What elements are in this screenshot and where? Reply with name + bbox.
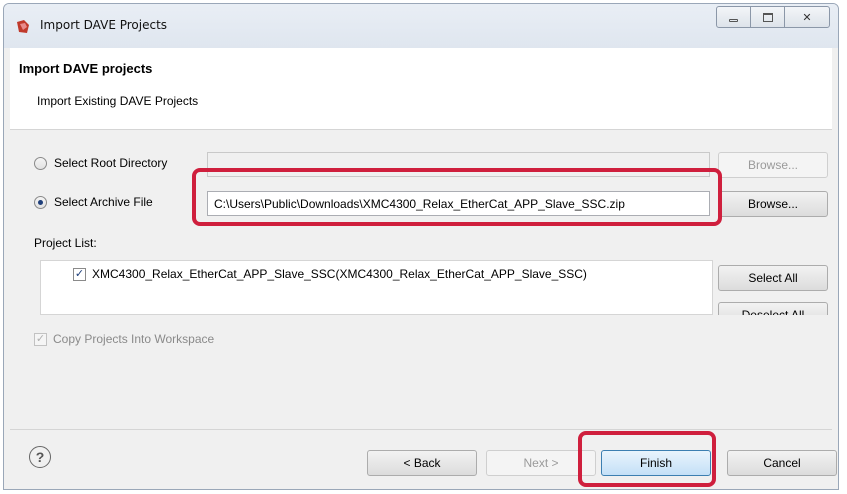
project-checkbox[interactable]: ✓ <box>73 267 86 281</box>
project-list[interactable]: ✓ XMC4300_Relax_EtherCat_APP_Slave_SSC(X… <box>40 260 713 315</box>
window-title: Import DAVE Projects <box>40 18 168 32</box>
copy-into-workspace-option[interactable]: ✓ Copy Projects Into Workspace <box>34 332 214 346</box>
wizard-footer: ? < Back Next > Finish Cancel <box>10 429 837 487</box>
copy-into-workspace-label: Copy Projects Into Workspace <box>53 332 215 346</box>
header-title: Import DAVE projects <box>19 61 153 76</box>
root-directory-field[interactable] <box>207 152 710 177</box>
minimize-button[interactable] <box>717 7 751 27</box>
archive-file-option[interactable]: Select Archive File <box>34 195 153 209</box>
wizard-header: Import DAVE projects Import Existing DAV… <box>10 48 832 130</box>
help-icon[interactable]: ? <box>29 446 51 468</box>
copy-into-workspace-checkbox[interactable]: ✓ <box>34 332 47 346</box>
archive-file-label: Select Archive File <box>54 195 153 209</box>
finish-button[interactable]: Finish <box>601 450 711 476</box>
archive-file-radio[interactable] <box>34 195 47 209</box>
maximize-icon <box>762 12 773 22</box>
deselect-all-button[interactable]: Deselect All <box>718 302 828 315</box>
deselect-all-clip: Deselect All <box>718 302 828 315</box>
root-directory-radio[interactable] <box>34 156 47 170</box>
dave-app-icon <box>17 20 29 33</box>
archive-browse-button[interactable]: Browse... <box>718 191 828 217</box>
back-button[interactable]: < Back <box>367 450 477 476</box>
root-browse-button[interactable]: Browse... <box>718 152 828 178</box>
project-name: XMC4300_Relax_EtherCat_APP_Slave_SSC(XMC… <box>92 267 587 281</box>
archive-file-field[interactable]: C:\Users\Public\Downloads\XMC4300_Relax_… <box>207 191 710 216</box>
minimize-icon <box>729 18 738 22</box>
header-subtitle: Import Existing DAVE Projects <box>37 94 199 108</box>
wizard-body: Select Root Directory Browse... Select A… <box>10 132 832 427</box>
cancel-button[interactable]: Cancel <box>727 450 837 476</box>
close-icon: ✕ <box>802 11 812 24</box>
select-all-button[interactable]: Select All <box>718 265 828 291</box>
project-list-label: Project List: <box>34 236 97 250</box>
list-item[interactable]: ✓ XMC4300_Relax_EtherCat_APP_Slave_SSC(X… <box>73 267 587 281</box>
maximize-button[interactable] <box>751 7 785 27</box>
next-button[interactable]: Next > <box>486 450 596 476</box>
title-bar: Import DAVE Projects ✕ <box>4 4 838 48</box>
close-button[interactable]: ✕ <box>785 7 829 27</box>
root-directory-label: Select Root Directory <box>54 156 168 170</box>
import-dialog: Import DAVE Projects ✕ Import DAVE proje… <box>3 3 839 490</box>
root-directory-option[interactable]: Select Root Directory <box>34 156 167 170</box>
window-controls: ✕ <box>716 6 830 28</box>
